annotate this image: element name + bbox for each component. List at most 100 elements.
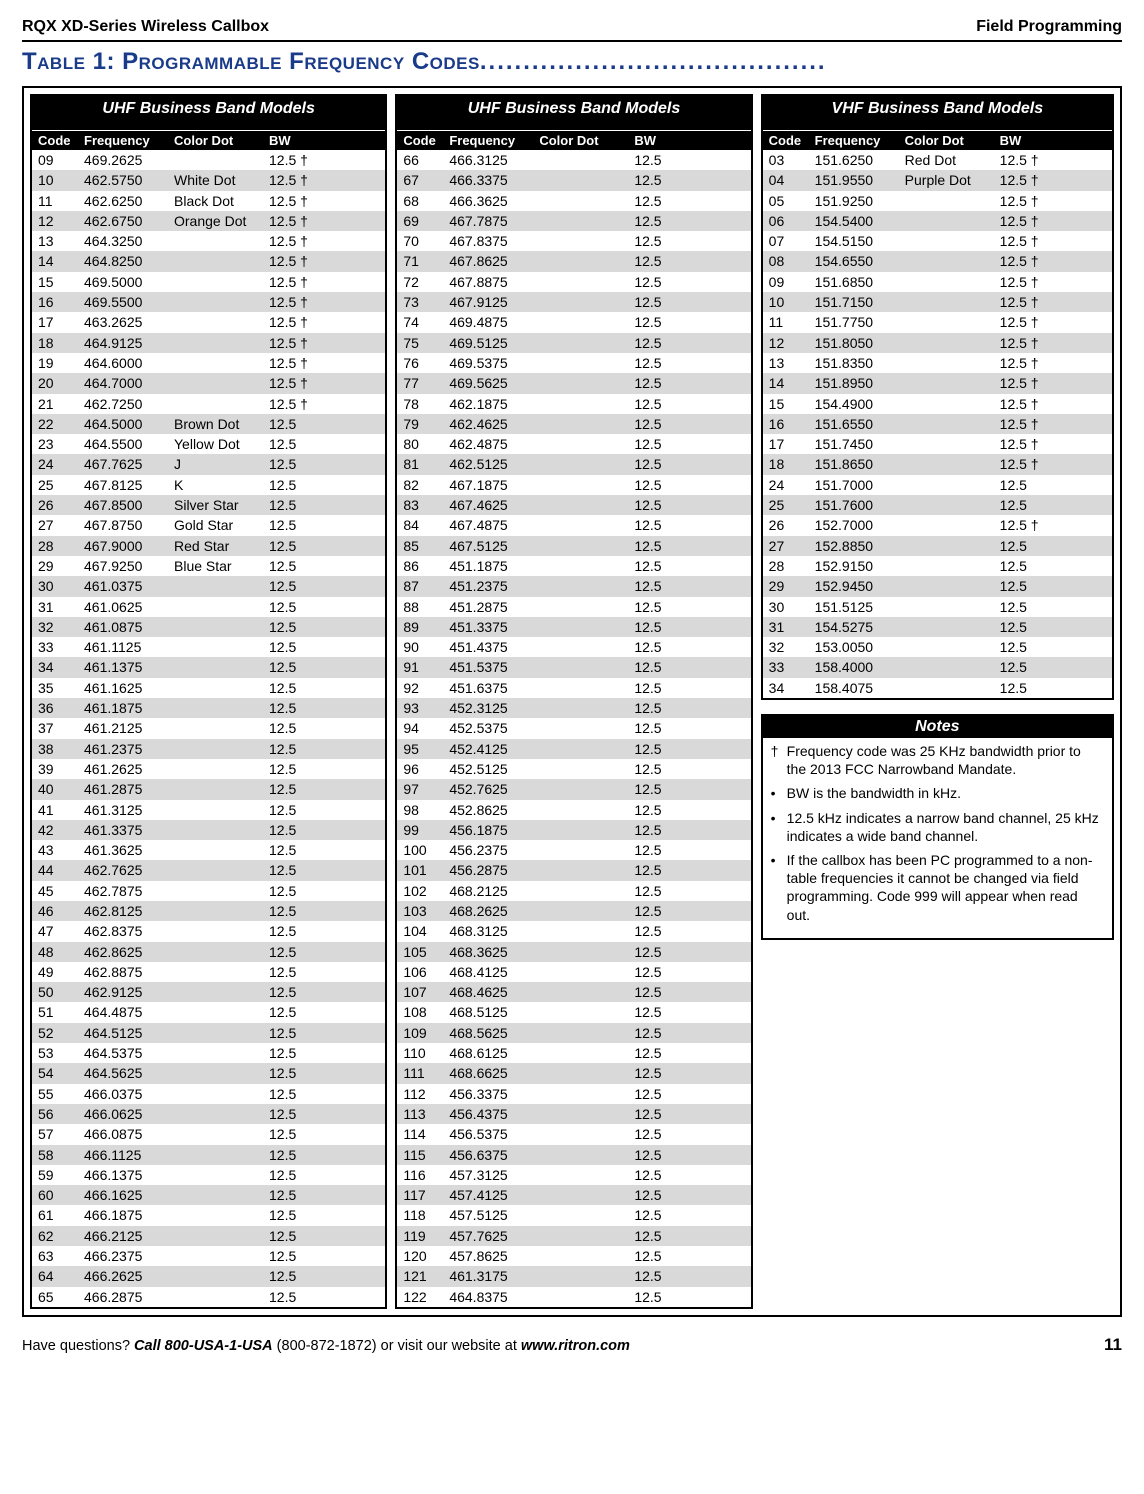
cell — [174, 1145, 269, 1165]
cell: 12.5 — [269, 1205, 324, 1225]
cell — [174, 231, 269, 251]
table-row: 11462.6250Black Dot12.5 † — [32, 191, 385, 211]
cell: 461.2125 — [84, 718, 174, 738]
cell: 12.5 † — [1000, 515, 1055, 535]
table-row: 30151.512512.5 — [763, 597, 1112, 617]
table-row: 16151.655012.5 † — [763, 414, 1112, 434]
cell: 40 — [38, 779, 84, 799]
table-row: 07154.515012.5 † — [763, 231, 1112, 251]
table-row: 13464.325012.5 † — [32, 231, 385, 251]
table-row: 25467.8125K12.5 — [32, 475, 385, 495]
cell: 16 — [769, 414, 815, 434]
cell: 12.5 — [634, 779, 689, 799]
cell: 461.1125 — [84, 637, 174, 657]
cell — [905, 231, 1000, 251]
cell: 57 — [38, 1124, 84, 1144]
cell: 103 — [403, 901, 449, 921]
cell: 97 — [403, 779, 449, 799]
cell: 73 — [403, 292, 449, 312]
cell — [174, 657, 269, 677]
cell: 93 — [403, 698, 449, 718]
cell: 23 — [38, 434, 84, 454]
cell — [174, 739, 269, 759]
table-row: 39461.262512.5 — [32, 759, 385, 779]
header-right: Field Programming — [976, 18, 1122, 36]
cell — [539, 1185, 634, 1205]
table-row: 43461.362512.5 — [32, 840, 385, 860]
cell — [539, 454, 634, 474]
cell: 110 — [403, 1043, 449, 1063]
cell: 151.9250 — [815, 191, 905, 211]
cell: 151.6850 — [815, 272, 905, 292]
table-row: 38461.237512.5 — [32, 739, 385, 759]
cell: 28 — [769, 556, 815, 576]
cell: 12.5 — [634, 759, 689, 779]
cell: 151.8950 — [815, 373, 905, 393]
cell: 53 — [38, 1043, 84, 1063]
table-row: 60466.162512.5 — [32, 1185, 385, 1205]
right-column: VHF Business Band Models Code Frequency … — [761, 94, 1114, 940]
cell: 467.4625 — [449, 495, 539, 515]
table-row: 36461.187512.5 — [32, 698, 385, 718]
hdr-bw: BW — [1000, 133, 1055, 148]
footer-num: (800-872-1872) or visit our website at — [277, 1338, 521, 1354]
cell: 86 — [403, 556, 449, 576]
cell: 451.1875 — [449, 556, 539, 576]
cell: 12.5 — [1000, 678, 1055, 698]
cell: Red Dot — [905, 150, 1000, 170]
table-row: 26152.700012.5 † — [763, 515, 1112, 535]
cell: 12.5 — [269, 1084, 324, 1104]
table-row: 58466.112512.5 — [32, 1145, 385, 1165]
cell: 12.5 — [269, 495, 324, 515]
note-text: BW is the bandwidth in kHz. — [787, 784, 961, 802]
cell — [905, 536, 1000, 556]
cell: 32 — [769, 637, 815, 657]
table-row: 29467.9250Blue Star12.5 — [32, 556, 385, 576]
table-row: 15469.500012.5 † — [32, 272, 385, 292]
cell — [539, 251, 634, 271]
cell: 17 — [769, 434, 815, 454]
cell — [539, 1226, 634, 1246]
cell: 115 — [403, 1145, 449, 1165]
table-row: 05151.925012.5 † — [763, 191, 1112, 211]
col1-title: UHF Business Band Models — [32, 96, 385, 130]
cell: 462.8125 — [84, 901, 174, 921]
cell: 151.9550 — [815, 170, 905, 190]
cell: Black Dot — [174, 191, 269, 211]
cell: 461.2875 — [84, 779, 174, 799]
cell: 35 — [38, 678, 84, 698]
cell: 12.5 † — [1000, 414, 1055, 434]
cell: 12.5 — [634, 962, 689, 982]
cell — [905, 454, 1000, 474]
cell: 12.5 † — [269, 353, 324, 373]
cell: 27 — [38, 515, 84, 535]
cell: 151.6250 — [815, 150, 905, 170]
cell: 95 — [403, 739, 449, 759]
cell — [539, 556, 634, 576]
cell: 457.4125 — [449, 1185, 539, 1205]
cell: 12.5 — [269, 617, 324, 637]
cell: 467.9000 — [84, 536, 174, 556]
table-row: 55466.037512.5 — [32, 1084, 385, 1104]
cell: 12.5 — [269, 1043, 324, 1063]
cell: 12.5 — [1000, 475, 1055, 495]
cell: 12.5 — [634, 272, 689, 292]
cell: 451.3375 — [449, 617, 539, 637]
table-row: 99456.187512.5 — [397, 820, 750, 840]
cell: 12.5 — [1000, 657, 1055, 677]
cell: 463.2625 — [84, 312, 174, 332]
cell — [539, 312, 634, 332]
note-text: Frequency code was 25 KHz bandwidth prio… — [787, 742, 1104, 778]
cell: 464.5625 — [84, 1063, 174, 1083]
cell — [539, 515, 634, 535]
cell: 457.3125 — [449, 1165, 539, 1185]
cell — [174, 251, 269, 271]
table-row: 52464.512512.5 — [32, 1023, 385, 1043]
cell: Brown Dot — [174, 414, 269, 434]
cell — [539, 1266, 634, 1286]
cell: 41 — [38, 800, 84, 820]
cell: 153.0050 — [815, 637, 905, 657]
cell: 61 — [38, 1205, 84, 1225]
cell: J — [174, 454, 269, 474]
cell — [174, 1084, 269, 1104]
